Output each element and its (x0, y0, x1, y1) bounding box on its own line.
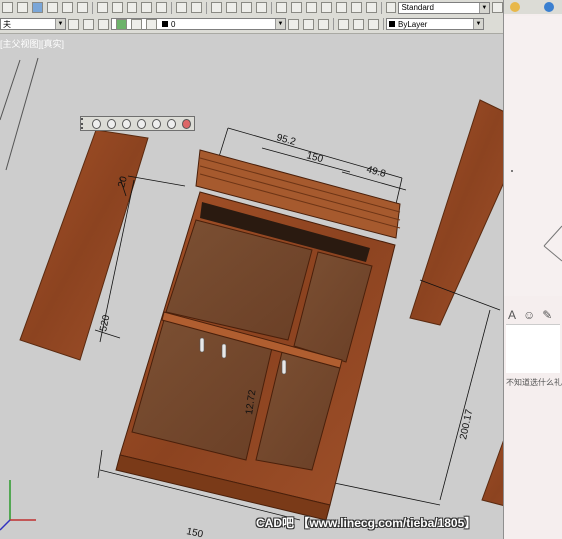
paste-icon[interactable] (126, 2, 138, 13)
toolbar-separator (206, 1, 208, 14)
color-value: ByLayer (398, 19, 428, 29)
right-side-panel[interactable] (409, 99, 505, 326)
chat-input[interactable] (506, 324, 560, 373)
redo-icon[interactable] (191, 2, 203, 13)
dimension-95-2: 95.2 (275, 132, 297, 148)
layer-properties-icon[interactable] (68, 18, 79, 30)
sheet-set-icon[interactable] (320, 2, 332, 13)
tool-palettes-icon[interactable] (305, 2, 317, 13)
layer-on-icon (116, 18, 127, 30)
viewport-label[interactable]: [主父视图][真实] (0, 37, 64, 50)
continuous-orbit-icon[interactable] (122, 118, 132, 129)
layers-toolbar: 夫 ▼ 0 ▼ ByLayer ▼ (0, 15, 505, 34)
dimension-200-17: 200.17 (458, 408, 475, 441)
zoom-realtime-icon[interactable] (226, 2, 238, 13)
zoom-icon[interactable] (137, 118, 147, 129)
toolbar-separator (380, 1, 382, 14)
layer-state-icon[interactable] (83, 18, 94, 30)
panel-diagram-lines (511, 170, 562, 262)
panel-header (504, 0, 562, 14)
drawing-canvas: 95.2 150 49.8 20 520 12.72 200.17 150 (0, 57, 505, 539)
layer-match-icon[interactable] (338, 18, 349, 30)
dimension-150-top: 150 (305, 150, 324, 165)
publish-icon[interactable] (76, 2, 88, 13)
layer-delete-icon[interactable] (368, 18, 379, 30)
font-icon[interactable]: A (508, 308, 516, 322)
construction-line (0, 59, 21, 121)
calculator-icon[interactable] (350, 2, 362, 13)
layer-combo[interactable]: 0 ▼ (111, 18, 286, 30)
left-side-panel[interactable] (19, 129, 149, 361)
text-style-combo[interactable]: Standard ▼ (398, 1, 490, 14)
toolbar-separator (383, 18, 384, 30)
new-icon[interactable] (2, 2, 13, 13)
camera-icon[interactable] (152, 118, 162, 129)
toolbar-separator (171, 1, 173, 14)
plot-preview-icon[interactable] (61, 2, 73, 13)
text-style-icon[interactable] (385, 2, 397, 13)
lightbulb-icon[interactable] (510, 2, 520, 12)
layer-value: 0 (171, 19, 176, 29)
design-center-icon[interactable] (290, 2, 302, 13)
orbit-icon[interactable] (92, 118, 102, 129)
layer-walk-icon[interactable] (318, 18, 329, 30)
workspace-combo[interactable]: 夫 ▼ (0, 18, 66, 30)
pan-icon[interactable] (211, 2, 223, 13)
right-side-panel-ui: A ☺ ✎ 不知道选什么礼 (503, 0, 562, 539)
save-icon[interactable] (31, 2, 43, 13)
free-orbit-icon[interactable] (107, 118, 117, 129)
view-cube-icon[interactable] (167, 118, 177, 129)
print-icon[interactable] (46, 2, 58, 13)
workspace-value: 夫 (3, 19, 11, 29)
toolbar-separator (91, 1, 93, 14)
ucs-icon (0, 480, 36, 531)
chevron-down-icon[interactable]: ▼ (478, 2, 489, 13)
text-style-value: Standard (401, 3, 434, 12)
layer-merge-icon[interactable] (353, 18, 364, 30)
chevron-down-icon[interactable]: ▼ (473, 19, 483, 29)
copy-icon[interactable] (111, 2, 123, 13)
match-properties-icon[interactable] (141, 2, 153, 13)
block-editor-icon[interactable] (156, 2, 168, 13)
dimension-520: 520 (98, 314, 112, 333)
zoom-window-icon[interactable] (241, 2, 252, 13)
globe-icon[interactable] (544, 2, 554, 12)
standard-toolbar: Standard ▼ (0, 0, 505, 16)
cut-icon[interactable] (96, 2, 108, 13)
dim-style-icon[interactable] (491, 2, 503, 13)
layer-lock-icon (146, 18, 157, 30)
open-icon[interactable] (16, 2, 28, 13)
dimension-150-bottom: 150 (185, 526, 204, 539)
layer-color-swatch (162, 21, 168, 27)
layer-isolate-icon[interactable] (303, 18, 314, 30)
panel-toolbar: A ☺ ✎ (508, 308, 552, 322)
chevron-down-icon[interactable]: ▼ (275, 19, 285, 29)
chat-hint: 不知道选什么礼 (506, 378, 562, 387)
watermark: CAD吧 【www.linecg.com/tieba/1805】 (256, 516, 477, 530)
chevron-down-icon[interactable]: ▼ (55, 19, 65, 29)
emoji-icon[interactable]: ☺ (523, 308, 535, 322)
color-combo[interactable]: ByLayer ▼ (386, 18, 484, 30)
toolbar-grip[interactable] (81, 118, 86, 129)
help-icon[interactable] (365, 2, 377, 13)
orbit-toolbar[interactable] (80, 116, 195, 131)
markup-icon[interactable] (335, 2, 347, 13)
toolbar-separator (333, 18, 334, 30)
construction-line (5, 57, 39, 171)
bottom-right-panel[interactable] (481, 395, 505, 515)
properties-icon[interactable] (275, 2, 287, 13)
color-swatch (389, 21, 395, 27)
layer-previous-icon[interactable] (288, 18, 299, 30)
zoom-previous-icon[interactable] (256, 2, 267, 13)
tools-icon[interactable]: ✎ (542, 308, 552, 322)
layer-freeze-icon (131, 18, 142, 30)
close-icon[interactable] (182, 118, 192, 129)
dimension-49-8: 49.8 (365, 164, 387, 180)
drawing-viewport[interactable]: 95.2 150 49.8 20 520 12.72 200.17 150 (0, 34, 505, 539)
make-current-icon[interactable] (98, 18, 109, 30)
toolbar-separator (270, 1, 272, 14)
panel-diagram (504, 16, 562, 296)
undo-icon[interactable] (176, 2, 188, 13)
